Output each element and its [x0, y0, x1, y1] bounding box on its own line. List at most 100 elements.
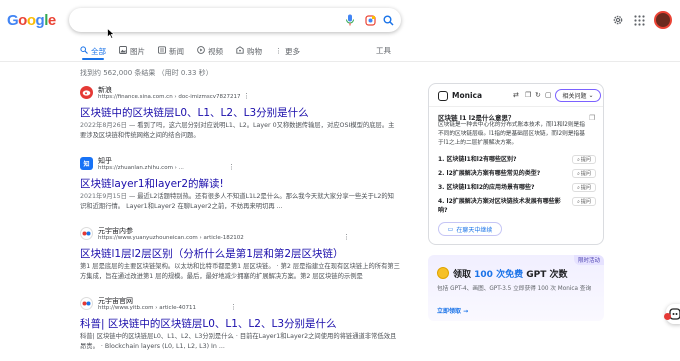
settings-gear-icon[interactable]	[610, 12, 626, 28]
result-title-link[interactable]: 区块链l1层l2层区别（分析什么是第1层和第2层区块链）	[80, 246, 344, 261]
promo-title-prefix: 领取	[453, 270, 472, 280]
tab-label: 购物	[247, 46, 262, 56]
tab-more[interactable]: ⋮ 更多	[275, 44, 300, 58]
related-question[interactable]: 3. 区块链l1和l2的应用场景有哪些?	[438, 183, 568, 192]
result-title-link[interactable]: 区块链中的区块链层L0、L1、L2、L3分别是什么	[80, 105, 309, 120]
copy-icon[interactable]: ❐	[525, 91, 531, 99]
related-question[interactable]: 1. 区块链l1和l2有哪些区别?	[438, 155, 568, 164]
result-url[interactable]: https://finance.sina.com.cn › doc-imizms…	[98, 94, 241, 100]
snippet-text: 科普| 区块链中的区块链层L0、L1、L2、L3分别是什么 · 目前在Layer…	[80, 333, 397, 350]
tab-label: 图片	[130, 46, 145, 56]
more-options-icon[interactable]: ⋮	[343, 233, 350, 241]
lens-icon[interactable]	[362, 12, 378, 28]
logo-letter: e	[47, 12, 56, 29]
tab-shopping[interactable]: 购物	[236, 44, 262, 58]
promo-description: 包括 GPT-4、画图、GPT-3.5 立即获得 100 次 Monica 查询	[437, 286, 592, 292]
tab-label: 视频	[208, 46, 223, 56]
search-icon: ⌕	[577, 184, 580, 191]
ask-label: 提问	[580, 171, 591, 177]
monica-answer: 区块链是一种去中心化的分布式账本技术，而l1和l2则是指不同的区块链层级。l1指…	[438, 122, 585, 146]
logo-letter: G	[7, 12, 19, 29]
refresh-icon[interactable]: ↻	[535, 91, 541, 99]
result-snippet: 第1 层是底层的主要区块链架构。以太坊和比特币都是第1 层区块链。 · 第2 层…	[80, 262, 400, 282]
result-date: 2021年9月15日	[80, 193, 127, 200]
result-stats: 找到约 562,000 条结果 （用时 0.33 秒）	[80, 69, 213, 77]
search-icon: ⌕	[577, 170, 580, 177]
tab-label: 更多	[285, 46, 300, 56]
search-input[interactable]	[81, 12, 331, 28]
tab-label: 新闻	[169, 46, 184, 56]
google-logo[interactable]: Google	[7, 12, 56, 29]
tab-images[interactable]: 图片	[119, 44, 145, 58]
search-box[interactable]	[69, 8, 401, 32]
tools-button[interactable]: 工具	[376, 45, 391, 56]
result-date: 2022年8月26日	[80, 122, 127, 129]
header-divider	[0, 61, 680, 62]
shopping-icon	[236, 46, 244, 56]
snippet-text: 第1 层是底层的主要区块链架构。以太坊和比特币都是第1 层区块链。 · 第2 层…	[80, 263, 400, 280]
result-snippet: 2021年9月15日 — 最近L2话题特别热。还有很多人不知道L1L2是什么。那…	[80, 192, 400, 212]
mouse-cursor-icon	[107, 24, 116, 43]
tab-news[interactable]: 新闻	[158, 44, 184, 58]
ask-button[interactable]: ⌕ 提问	[572, 155, 596, 164]
result-title-link[interactable]: 科普| 区块链中的区块链层L0、L1、L2、L3分别是什么	[80, 316, 337, 331]
promo-title-suffix: GPT 次数	[526, 270, 568, 280]
more-options-icon[interactable]: ⋮	[243, 92, 250, 100]
logo-letter: o	[18, 12, 27, 29]
ask-button[interactable]: ⌕ 提问	[572, 197, 596, 206]
result-url[interactable]: https://zhuanlan.zhihu.com › ...	[98, 165, 184, 171]
result-url[interactable]: https://www.yuanyuzhouneican.com › artic…	[98, 235, 244, 241]
ask-label: 提问	[580, 157, 591, 163]
result-snippet: 2022年8月26日 — 看到了吗，这六层分别对应说明L1、L2。Layer 0…	[80, 121, 400, 141]
result-title-link[interactable]: 区块链layer1和layer2的解读!	[80, 176, 224, 191]
result-snippet: 科普| 区块链中的区块链层L0、L1、L2、L3分别是什么 · 目前在Layer…	[80, 332, 400, 352]
related-label: 相关问题	[562, 93, 587, 100]
search-result: 元宇宙内参 https://www.yuanyuzhouneican.com ›…	[80, 227, 400, 287]
news-icon	[158, 46, 166, 56]
search-icon	[80, 46, 88, 56]
ask-label: 提问	[580, 185, 591, 191]
more-options-icon[interactable]: ⋮	[230, 303, 237, 311]
search-result: 元宇宙官网 http://www.yitb.com › article-4071…	[80, 297, 400, 357]
search-icon[interactable]	[380, 12, 396, 28]
monica-title: Monica	[452, 91, 483, 100]
chevron-down-icon: ⌄	[588, 92, 594, 99]
logo-letter: o	[26, 12, 36, 29]
continue-in-chat-button[interactable]: ▭ 在聊天中继续	[438, 222, 502, 236]
related-question[interactable]: 2. l2扩展解决方案有哪些常见的类型?	[438, 169, 568, 178]
promo-badge: 限时活动	[574, 255, 604, 265]
metaverse-favicon	[80, 227, 93, 240]
panel-divider	[429, 106, 603, 107]
more-options-icon[interactable]: ⋮	[228, 163, 235, 171]
zhihu-favicon: 知	[80, 157, 93, 170]
claim-now-link[interactable]: 立即领取 →	[437, 306, 468, 315]
sina-favicon	[80, 86, 93, 99]
apps-grid-icon[interactable]	[631, 12, 647, 28]
promo-title: 领取 100 次免费 GPT 次数	[453, 267, 567, 280]
ask-button[interactable]: ⌕ 提问	[572, 169, 596, 178]
search-tabs: 全部 图片 新闻 视频 购物 ⋮ 更多	[80, 44, 300, 58]
chat-label: 在聊天中继续	[456, 226, 493, 234]
expand-icon[interactable]: ⇄	[513, 91, 519, 99]
tab-all[interactable]: 全部	[80, 44, 106, 58]
promo-title-count: 100 次免费	[474, 270, 524, 280]
search-icon: ⌕	[577, 198, 580, 205]
search-result: 知 知乎 https://zhuanlan.zhihu.com › ... ⋮ …	[80, 157, 400, 217]
active-tab-indicator	[82, 58, 104, 60]
related-questions-dropdown[interactable]: 相关问题 ⌄	[555, 89, 601, 102]
chat-icon: ▭	[447, 225, 454, 233]
tab-videos[interactable]: 视频	[197, 44, 223, 58]
more-vert-icon: ⋮	[275, 47, 282, 55]
related-question[interactable]: 4. l2扩展解决方案对区块链技术发展有哪些影响?	[438, 197, 568, 215]
snippet-text: — 看到了吗，这六层分别对应说明L1、L2。Layer 0又称数据传输层，对应O…	[80, 122, 395, 139]
ask-button[interactable]: ⌕ 提问	[572, 183, 596, 192]
bookmark-icon[interactable]: ▢	[545, 91, 552, 99]
snippet-text: — 最近L2话题特别热。还有很多人不知道L1L2是什么。那么我今天就大家分享一些…	[80, 193, 394, 210]
logo-letter: g	[35, 12, 45, 29]
metaverse-official-favicon	[80, 297, 93, 310]
microphone-icon[interactable]	[342, 12, 358, 28]
monica-logo-icon	[438, 91, 448, 101]
account-avatar[interactable]	[654, 11, 672, 29]
ask-label: 提问	[580, 199, 591, 205]
result-url[interactable]: http://www.yitb.com › article-40711	[98, 305, 196, 311]
